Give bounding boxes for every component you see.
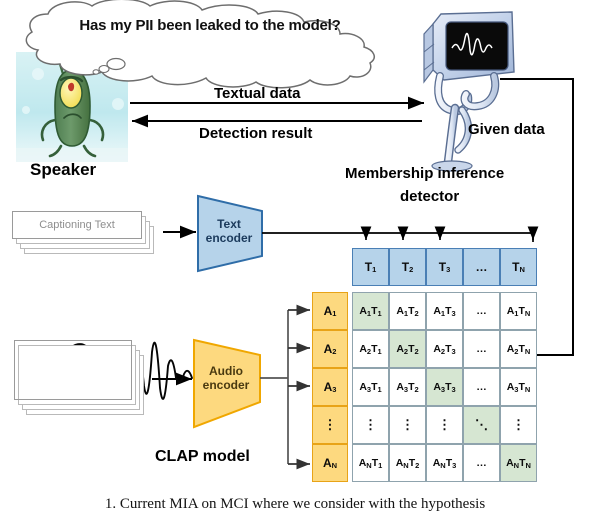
figure-caption: 1. Current MIA on MCI where we consider …	[104, 496, 486, 512]
detection-result-label: Detection result	[199, 125, 313, 142]
audio-embedding-3: A3	[312, 368, 348, 406]
speaker-label: Speaker	[30, 160, 97, 179]
matrix-cell-r5-c2: ANT2	[389, 444, 426, 482]
matrix-cell-r5-c1: ANT1	[352, 444, 389, 482]
audio-embedding-5: AN	[312, 444, 348, 482]
detector-label-line1: Membership inference	[345, 165, 505, 182]
matrix-cell-r2-c5: A2TN	[500, 330, 537, 368]
matrix-cell-r4-c5: ⋮	[500, 406, 537, 444]
matrix-cell-r3-c4: …	[463, 368, 500, 406]
thought-bubble-text: Has my PII been leaked to the model?	[79, 17, 341, 34]
matrix-cell-r1-c1: A1T1	[352, 292, 389, 330]
clap-model-label: CLAP model	[155, 448, 250, 465]
textual-data-label: Textual data	[214, 85, 301, 102]
figure-canvas: Captioning Text Text encoder Audio encod…	[0, 0, 590, 512]
text-embedding-2: T2	[389, 248, 426, 286]
audio-encoder-label: Audio encoder	[196, 364, 256, 393]
matrix-cell-r2-c1: A2T1	[352, 330, 389, 368]
bus-text-to-headers	[262, 226, 539, 242]
text-embedding-3: T3	[426, 248, 463, 286]
matrix-cell-r4-c2: ⋮	[389, 406, 426, 444]
bus-audio-to-headers	[260, 304, 310, 470]
text-encoder-line1: Text	[217, 217, 241, 231]
matrix-cell-r3-c2: A3T2	[389, 368, 426, 406]
matrix-cell-r3-c3: A3T3	[426, 368, 463, 406]
audio-embedding-1: A1	[312, 292, 348, 330]
matrix-cell-r4-c1: ⋮	[352, 406, 389, 444]
audio-embedding-2: A2	[312, 330, 348, 368]
audio-encoder-line2: encoder	[202, 377, 250, 392]
matrix-cell-r3-c1: A3T1	[352, 368, 389, 406]
matrix-cell-r4-c3: ⋮	[426, 406, 463, 444]
detector-label-line2: detector	[400, 188, 460, 205]
text-embedding-5: TN	[500, 248, 537, 286]
thought-bubble	[25, 0, 375, 89]
given-data-label: Given data	[468, 121, 545, 138]
audio-embedding-4: ⋮	[312, 406, 348, 444]
matrix-cell-r5-c5: ANTN	[500, 444, 537, 482]
matrix-cell-r1-c4: …	[463, 292, 500, 330]
matrix-cell-r5-c3: ANT3	[426, 444, 463, 482]
matrix-cell-r1-c2: A1T2	[389, 292, 426, 330]
matrix-cell-r3-c5: A3TN	[500, 368, 537, 406]
captioning-text-label: Captioning Text	[39, 219, 115, 231]
text-embedding-1: T1	[352, 248, 389, 286]
text-embedding-4: …	[463, 248, 500, 286]
matrix-cell-r2-c4: …	[463, 330, 500, 368]
matrix-cell-r2-c3: A2T3	[426, 330, 463, 368]
matrix-cell-r2-c2: A2T2	[389, 330, 426, 368]
audio-encoder-line1: Audio	[209, 364, 243, 378]
matrix-cell-r4-c4: ⋱	[463, 406, 500, 444]
matrix-cell-r5-c4: …	[463, 444, 500, 482]
text-encoder-line2: encoder	[205, 230, 253, 245]
detector-robot	[423, 11, 515, 172]
matrix-cell-r1-c5: A1TN	[500, 292, 537, 330]
matrix-cell-r1-c3: A1T3	[426, 292, 463, 330]
text-encoder-label: Text encoder	[200, 217, 258, 246]
